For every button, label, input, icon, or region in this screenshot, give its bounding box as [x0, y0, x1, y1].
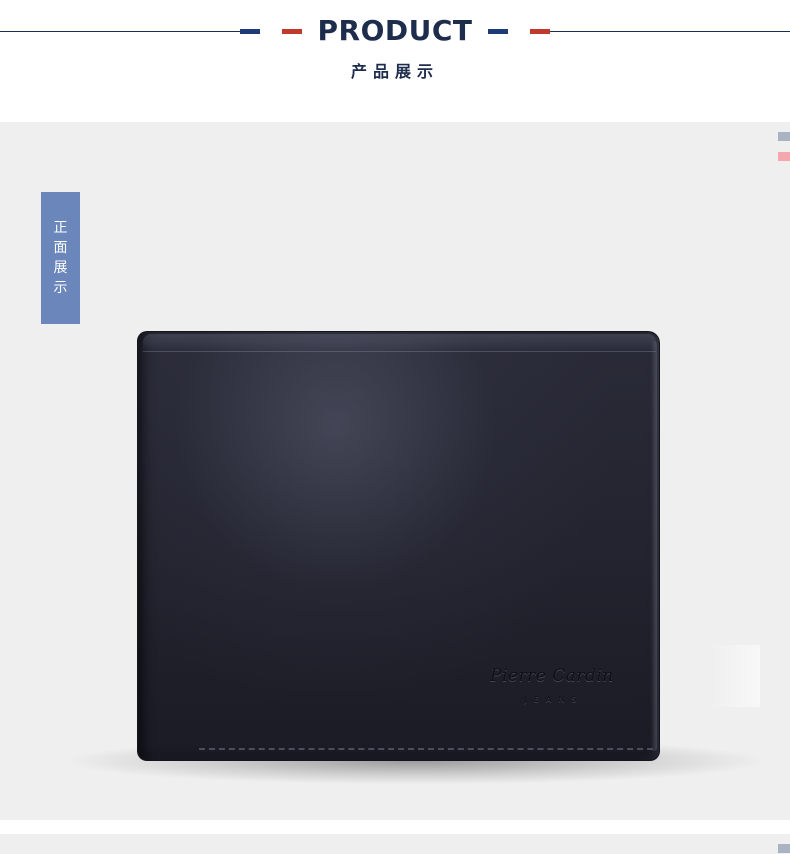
wallet-stitching [199, 748, 653, 750]
wallet-top-fold [143, 334, 656, 352]
section-subtitle: 产品展示 [350, 62, 439, 81]
light-glare [710, 645, 760, 707]
corner-deco-gray [778, 844, 790, 853]
wallet-product-image: Pierre Cardin JEANS [137, 331, 660, 761]
wallet-embossed-logo: Pierre Cardin [490, 666, 614, 686]
view-label-char: 展 [53, 260, 68, 276]
view-label-front: 正 面 展 示 [41, 192, 80, 324]
wallet-embossed-sublogo: JEANS [524, 695, 584, 704]
corner-deco-pink [778, 152, 790, 161]
flag-stripe-right [488, 29, 550, 34]
section-header: PRODUCT 产品展示 [0, 0, 790, 122]
view-label-char: 面 [53, 240, 68, 256]
next-product-panel [0, 834, 790, 854]
header-rule-right [550, 31, 790, 32]
corner-deco-gray [778, 132, 790, 141]
view-label-char: 正 [53, 220, 68, 236]
view-label-char: 示 [53, 280, 68, 296]
wallet-right-edge [651, 341, 657, 751]
